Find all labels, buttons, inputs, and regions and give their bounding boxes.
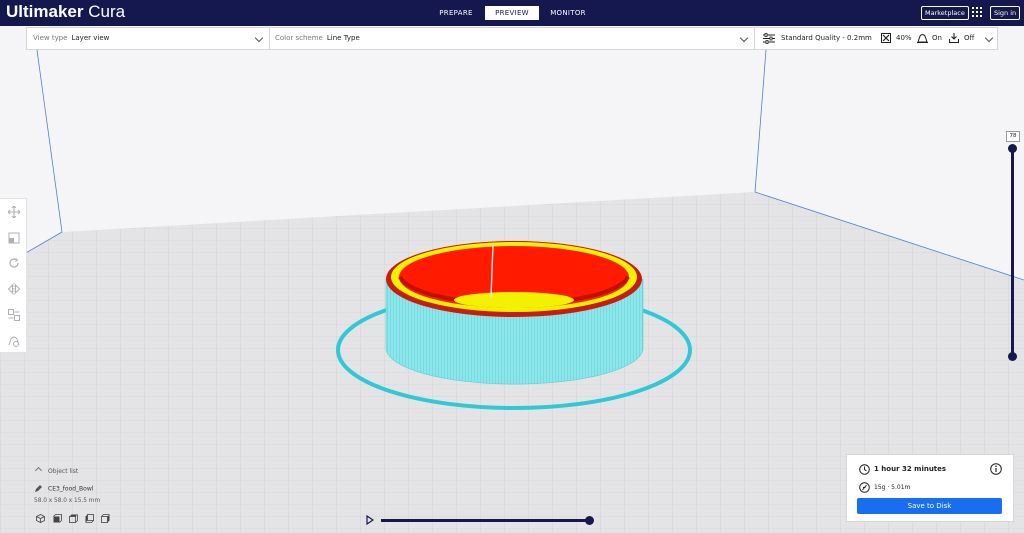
chevron-up-icon [34, 466, 43, 475]
right-view-icon[interactable] [101, 514, 110, 523]
clock-icon [859, 464, 870, 475]
bowl-top-skin [454, 292, 574, 308]
layer-slider-upper-handle[interactable] [1008, 144, 1017, 153]
view-type-value: Layer view [71, 34, 110, 42]
scale-icon[interactable] [8, 232, 20, 244]
per-model-settings-icon[interactable] [8, 309, 20, 321]
move-icon[interactable] [8, 206, 20, 218]
object-name: CE3_food_Bowl [48, 485, 94, 493]
print-settings-button[interactable]: Standard Quality - 0.2mm 40% On Off [755, 28, 997, 49]
color-scheme-dropdown[interactable]: Color scheme Line Type [275, 28, 360, 49]
3d-view-icon[interactable] [36, 514, 45, 523]
view-type-dropdown[interactable]: View type Layer view [33, 28, 109, 49]
color-scheme-value: Line Type [326, 34, 360, 42]
support-value: On [932, 34, 942, 42]
support-blocker-icon[interactable] [8, 335, 20, 347]
layer-number-field[interactable]: 78 [1006, 131, 1020, 142]
adhesion-value: Off [964, 34, 975, 42]
view-toolbar: View type Layer view Color scheme Line Typ… [26, 27, 998, 50]
front-view-icon[interactable] [53, 514, 62, 523]
stage-tabs: PREPARE PREVIEW MONITOR [428, 6, 597, 20]
object-list-header: Object list [48, 468, 79, 475]
infill-value: 40% [896, 34, 912, 42]
left-view-icon[interactable] [85, 514, 94, 523]
sign-in-button[interactable]: Sign in [990, 6, 1021, 20]
path-slider-track[interactable] [381, 519, 590, 522]
play-icon[interactable] [366, 515, 374, 525]
info-icon[interactable] [990, 463, 1002, 475]
print-info-panel: 1 hour 32 minutes 15g · 5.01m Save to Di… [846, 454, 1014, 522]
chevron-down-icon[interactable] [254, 33, 264, 43]
marketplace-button[interactable]: Marketplace [921, 6, 969, 20]
tool-panel [0, 198, 27, 353]
spool-icon [859, 482, 870, 493]
infill-icon [881, 33, 891, 43]
path-slider-handle[interactable] [585, 516, 594, 525]
object-dimensions: 58.0 x 58.0 x 15.5 mm [34, 498, 101, 504]
layer-slider-lower-handle[interactable] [1008, 352, 1017, 361]
adhesion-icon [949, 33, 959, 43]
quality-profile: Standard Quality - 0.2mm [781, 34, 872, 42]
pencil-icon [35, 485, 42, 492]
print-time: 1 hour 32 minutes [874, 465, 947, 473]
app-name: Ultimaker [6, 2, 84, 21]
app-name-suffix: Cura [88, 2, 126, 21]
object-row[interactable]: CE3_food_Bowl [34, 485, 93, 493]
app-logo: Ultimaker Cura [6, 1, 125, 23]
mirror-icon[interactable] [8, 283, 20, 295]
material-usage: 15g · 5.01m [874, 484, 911, 491]
view-type-label: View type [33, 34, 68, 42]
tab-preview[interactable]: PREVIEW [485, 6, 539, 20]
header-bar: Ultimaker Cura PREPARE PREVIEW MONITOR M… [0, 0, 1024, 26]
color-scheme-label: Color scheme [275, 34, 323, 42]
save-to-disk-button[interactable]: Save to Disk [857, 498, 1002, 514]
chevron-down-icon[interactable] [739, 33, 749, 43]
top-view-icon[interactable] [69, 514, 78, 523]
tab-monitor[interactable]: MONITOR [540, 6, 596, 20]
rotate-icon[interactable] [8, 257, 20, 269]
settings-sliders-icon [763, 33, 775, 44]
support-icon [917, 34, 928, 43]
tab-prepare[interactable]: PREPARE [428, 6, 484, 20]
apps-grid-icon[interactable] [972, 7, 982, 17]
chevron-down-icon [984, 33, 994, 43]
object-list-toggle[interactable]: Object list [34, 466, 79, 475]
divider [269, 28, 270, 49]
layer-slider-track[interactable] [1011, 148, 1014, 356]
